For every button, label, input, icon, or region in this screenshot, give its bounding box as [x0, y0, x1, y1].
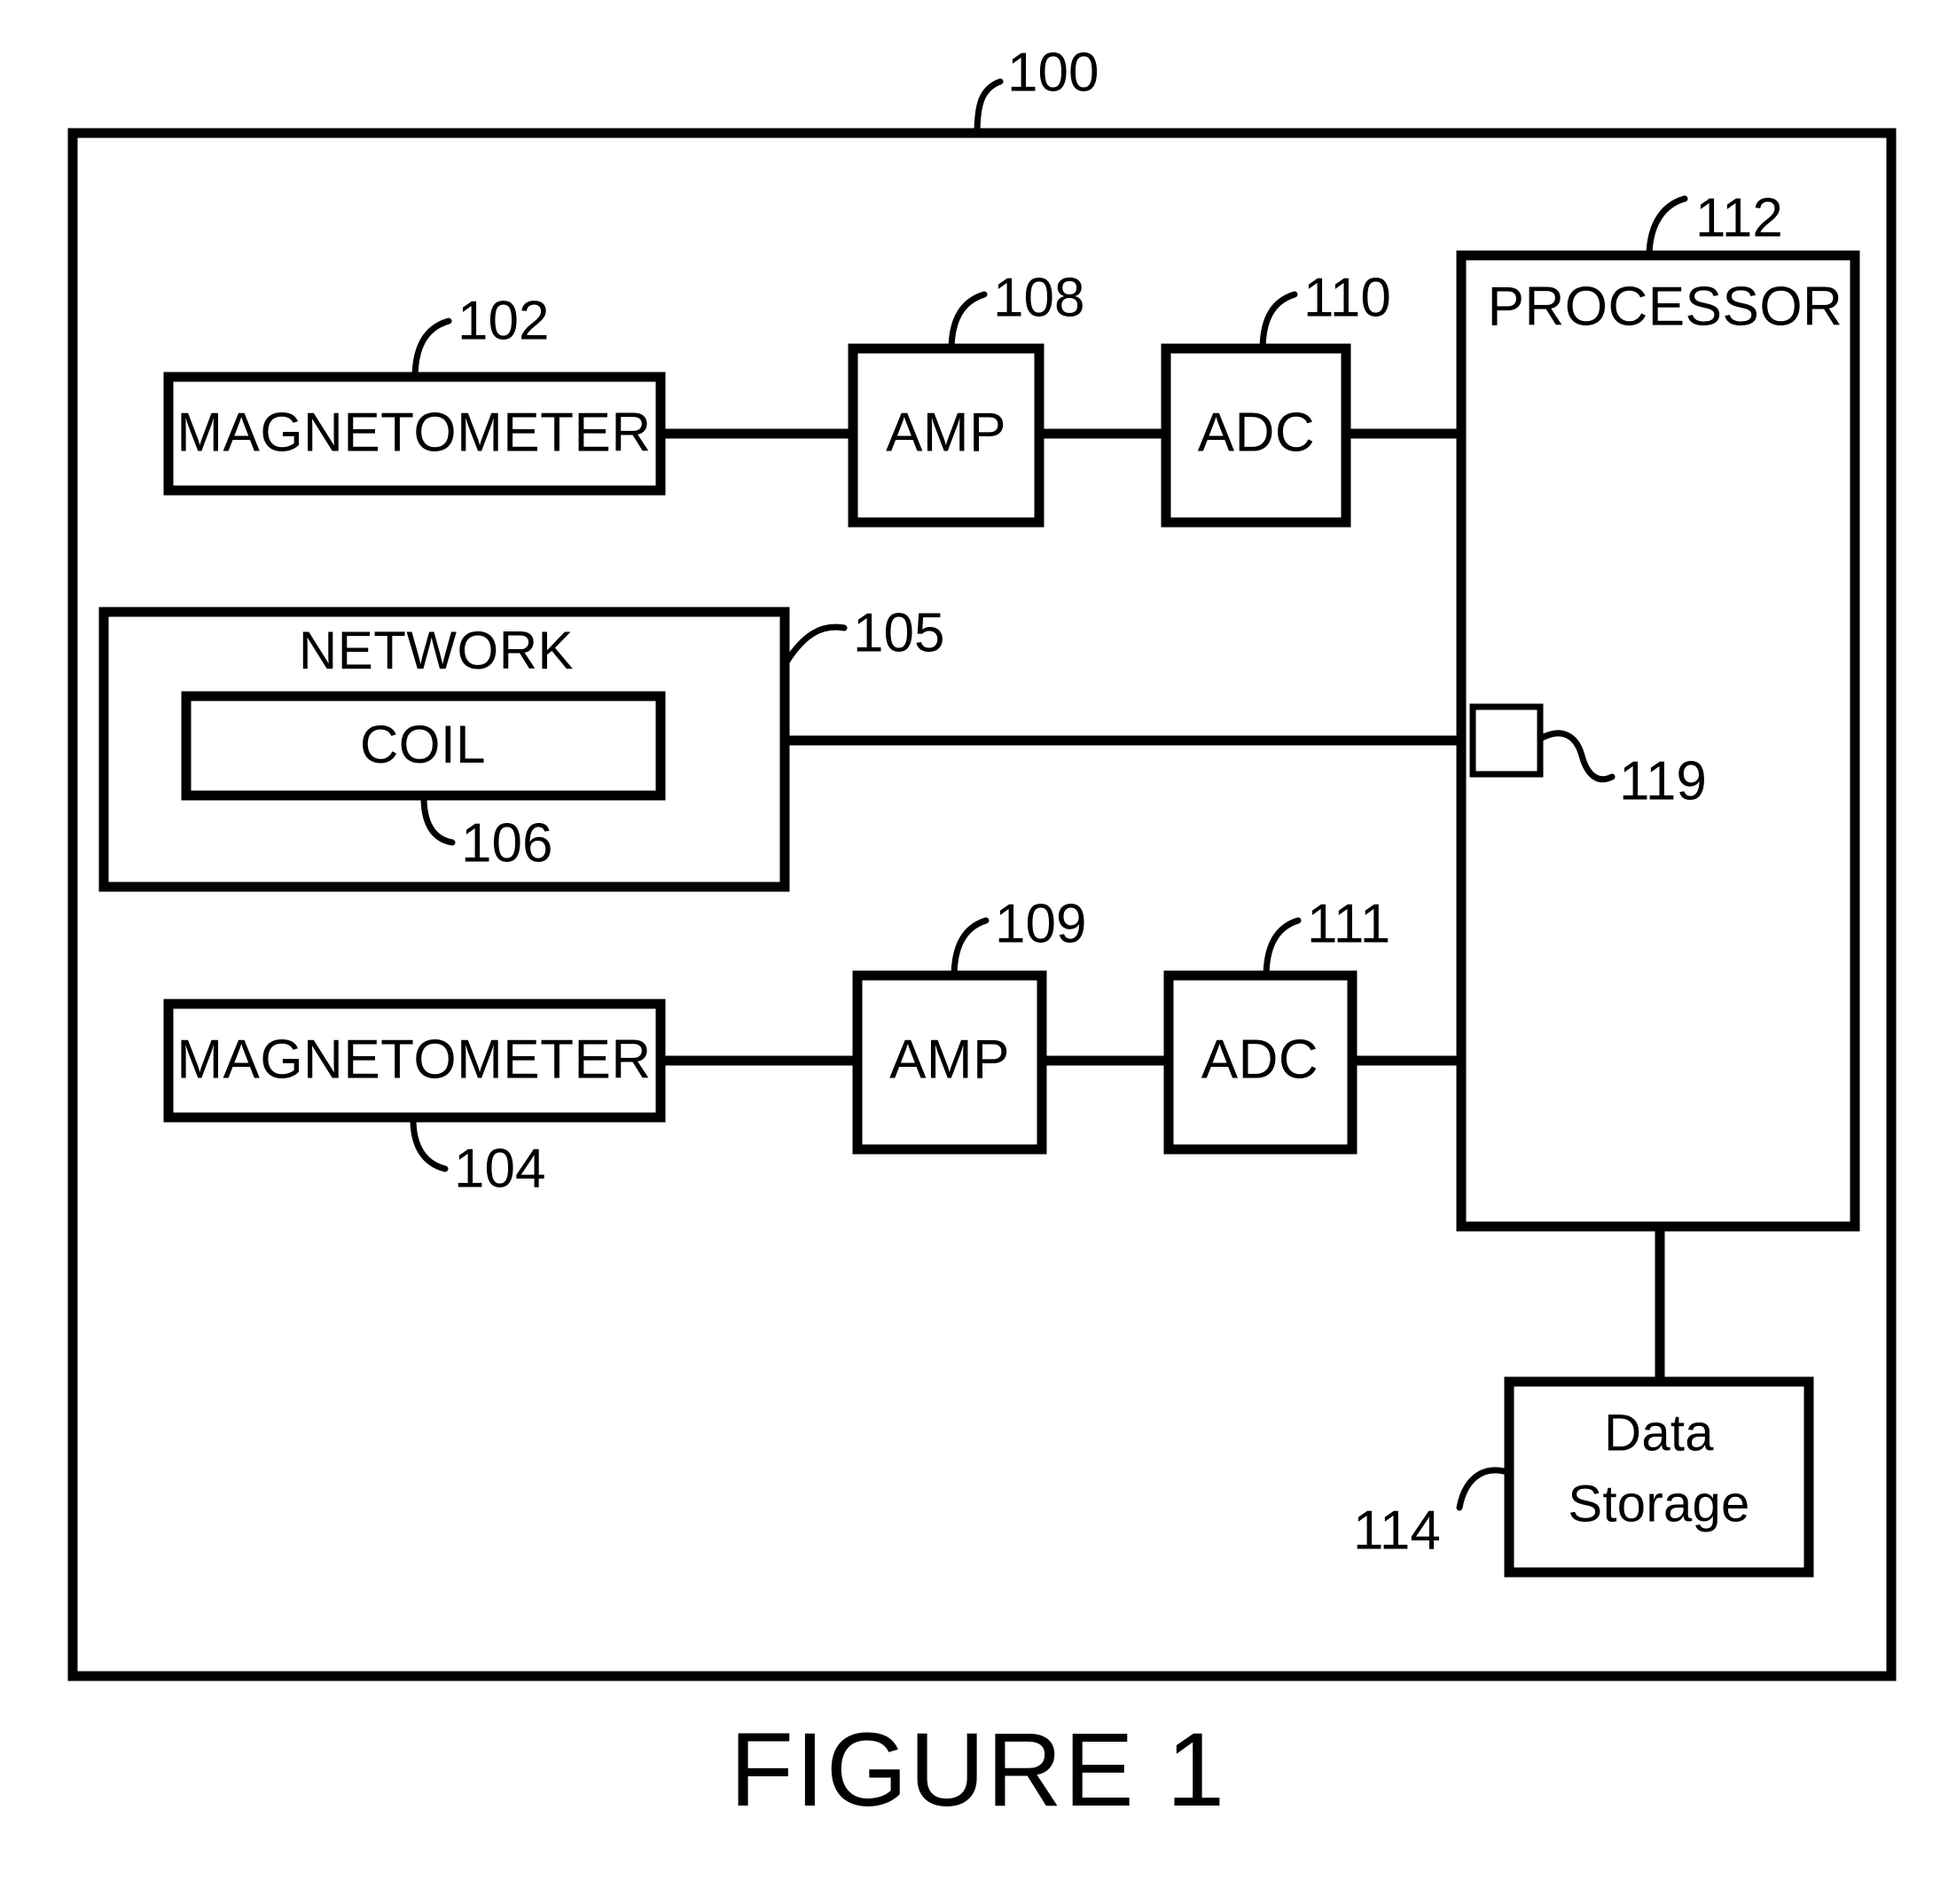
processor-label: PROCESSOR	[1488, 276, 1843, 337]
amp-top-ref-label: 108	[993, 267, 1084, 328]
port-ref-label: 119	[1619, 750, 1707, 811]
coil-label: COIL	[360, 715, 486, 774]
magnetometer-bottom-label: MAGNETOMETER	[176, 1029, 651, 1090]
amp-bottom-label: AMP	[889, 1029, 1010, 1090]
adc-top-label: ADC	[1198, 402, 1315, 463]
magnetometer-bottom-ref-label: 104	[454, 1138, 545, 1199]
adc-bottom-label: ADC	[1201, 1029, 1318, 1090]
coil-ref-label: 106	[461, 812, 552, 874]
amp-bottom-ref-label: 109	[995, 893, 1086, 954]
data-storage-label-line1: Data	[1604, 1404, 1714, 1461]
figure-caption: FIGURE 1	[730, 1712, 1226, 1829]
figure-canvas: 100 PROCESSOR 112 119 MAGNETOMETER 102 A…	[67, 42, 1897, 1829]
magnetometer-top-ref-label: 102	[458, 290, 549, 351]
amp-top-label: AMP	[886, 402, 1006, 463]
adc-bottom-ref-label: 111	[1307, 893, 1390, 954]
network-ref-label: 105	[853, 602, 944, 663]
data-storage-ref-label: 114	[1353, 1500, 1441, 1561]
adc-top-ref-label: 110	[1303, 267, 1391, 328]
patent-figure: 100 PROCESSOR 112 119 MAGNETOMETER 102 A…	[0, 0, 1956, 1904]
system-ref-leader	[974, 78, 1004, 138]
network-label: NETWORK	[299, 621, 574, 680]
processor-port-box	[1469, 703, 1544, 778]
magnetometer-top-label: MAGNETOMETER	[176, 402, 651, 463]
system-ref-label: 100	[1007, 42, 1099, 103]
data-storage-label-line2: Storage	[1568, 1475, 1749, 1532]
processor-ref-label: 112	[1695, 187, 1783, 248]
